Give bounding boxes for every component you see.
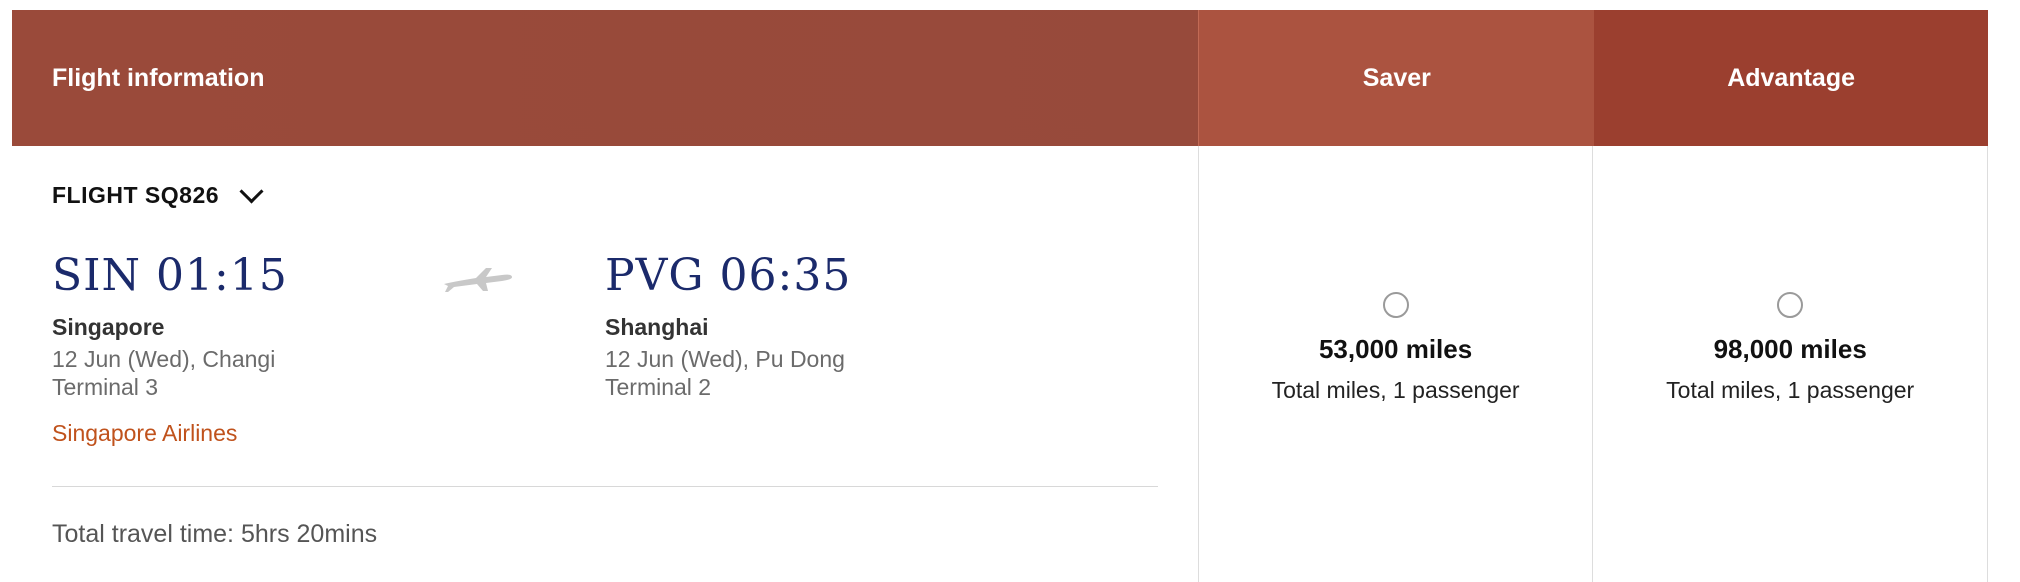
advantage-miles-note: Total miles, 1 passenger (1666, 377, 1915, 403)
arrival-date-airport: 12 Jun (Wed), Pu Dong (605, 346, 845, 372)
arrival-info: PVG 06:35 Shanghai 12 Jun (Wed), Pu Dong… (605, 248, 851, 401)
departure-city: Singapore (52, 314, 165, 340)
saver-fare-option[interactable]: 53,000 miles Total miles, 1 passenger (1199, 292, 1593, 404)
flight-information-cell: FLIGHT SQ826 SIN 01:15 Singapore 12 Jun … (12, 146, 1199, 582)
flight-number: FLIGHT SQ826 (52, 182, 220, 208)
flight-number-toggle[interactable]: FLIGHT SQ826 (52, 179, 264, 209)
header-advantage-label: Advantage (1727, 63, 1855, 92)
total-travel-time: Total travel time: 5hrs 20mins (52, 520, 378, 548)
header-flight-information-label: Flight information (52, 63, 265, 92)
table-body: FLIGHT SQ826 SIN 01:15 Singapore 12 Jun … (12, 146, 1988, 582)
header-saver: Saver (1198, 10, 1595, 146)
saver-fare-cell[interactable]: 53,000 miles Total miles, 1 passenger (1199, 146, 1594, 582)
arrival-terminal: Terminal 2 (605, 374, 712, 400)
divider (52, 486, 1158, 487)
table-header: Flight information Saver Advantage (12, 10, 1988, 146)
departure-info: SIN 01:15 Singapore 12 Jun (Wed), Changi… (52, 248, 288, 401)
arrival-city: Shanghai (605, 314, 709, 340)
header-advantage: Advantage (1594, 10, 1988, 146)
airline-name: Singapore Airlines (52, 420, 238, 446)
advantage-fare-option[interactable]: 98,000 miles Total miles, 1 passenger (1593, 292, 1987, 404)
arrival-time: PVG 06:35 (605, 250, 852, 301)
advantage-miles: 98,000 miles (1713, 334, 1867, 364)
airplane-icon (444, 268, 512, 292)
saver-miles: 53,000 miles (1318, 334, 1473, 364)
chevron-down-icon[interactable] (239, 179, 264, 204)
departure-time: SIN 01:15 (52, 250, 288, 301)
flight-fare-card: Flight information Saver Advantage FLIGH… (12, 10, 1988, 582)
header-flight-information: Flight information (12, 10, 1199, 146)
advantage-fare-cell[interactable]: 98,000 miles Total miles, 1 passenger (1593, 146, 1988, 582)
departure-terminal: Terminal 3 (52, 374, 159, 400)
saver-miles-note: Total miles, 1 passenger (1271, 377, 1520, 403)
departure-date-airport: 12 Jun (Wed), Changi (52, 346, 276, 372)
advantage-radio-button[interactable] (1777, 292, 1804, 318)
saver-radio-button[interactable] (1382, 292, 1409, 318)
header-saver-label: Saver (1362, 63, 1431, 92)
